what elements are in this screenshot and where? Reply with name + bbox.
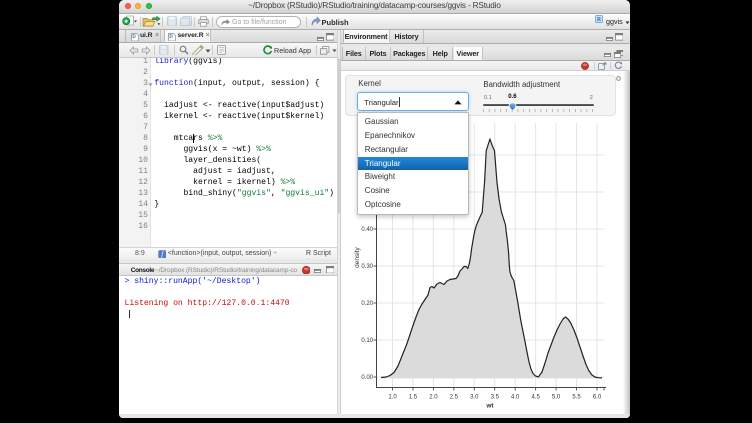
svg-text:0.20: 0.20 <box>361 301 373 307</box>
svg-text:0.10: 0.10 <box>361 338 373 344</box>
svg-text:wt: wt <box>485 403 494 410</box>
svg-text:4.0: 4.0 <box>511 395 520 401</box>
svg-text:4.5: 4.5 <box>531 395 540 401</box>
svg-text:0.00: 0.00 <box>361 375 373 381</box>
svg-text:3.5: 3.5 <box>491 395 500 401</box>
svg-text:density: density <box>354 247 361 268</box>
svg-text:2.5: 2.5 <box>450 395 459 401</box>
svg-text:6.0: 6.0 <box>593 395 602 401</box>
svg-text:0.40: 0.40 <box>361 227 373 233</box>
svg-text:R: R <box>597 17 602 23</box>
svg-text:2.0: 2.0 <box>429 395 438 401</box>
svg-text:3.0: 3.0 <box>470 395 479 401</box>
svg-text:5.5: 5.5 <box>572 395 581 401</box>
svg-text:5.0: 5.0 <box>552 395 561 401</box>
svg-text:0.30: 0.30 <box>361 264 373 270</box>
svg-text:1.0: 1.0 <box>388 395 397 401</box>
svg-text:1.5: 1.5 <box>409 395 418 401</box>
